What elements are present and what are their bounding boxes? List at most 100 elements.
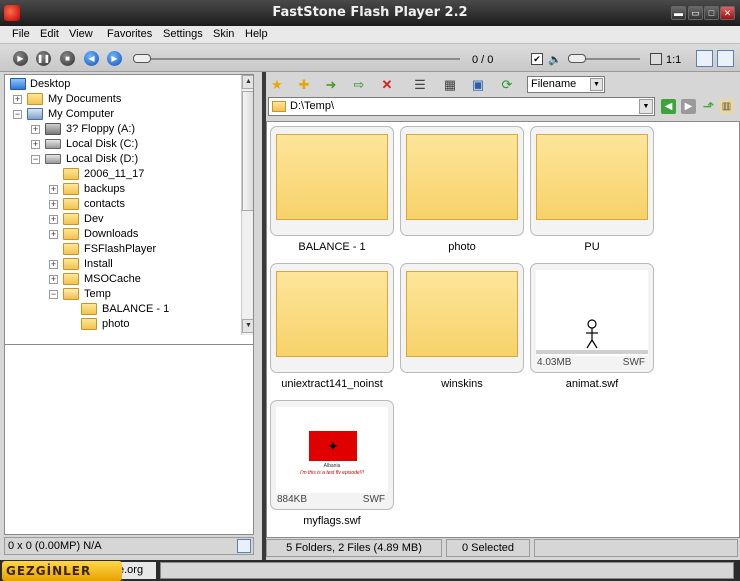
thumbnail-swf[interactable]: 4.03MB SWF <box>530 263 654 373</box>
drive-icon <box>45 154 61 164</box>
tree-item-folder[interactable]: + MSOCache <box>7 272 239 287</box>
menu-edit[interactable]: Edit <box>40 28 59 40</box>
tree-item-temp[interactable]: − Temp <box>7 287 239 302</box>
eagle-icon: ✦ <box>327 438 339 454</box>
thumbnail-swf[interactable]: ✦ Albania I'm this is a test flv episode… <box>270 400 394 510</box>
menu-help[interactable]: Help <box>245 28 268 40</box>
folder-options-icon[interactable]: ▥ <box>719 99 734 114</box>
tree-item-floppy[interactable]: + 3? Floppy (A:) <box>7 122 239 137</box>
thumbnail-view-icon[interactable]: ▣ <box>470 77 486 93</box>
tree-item-local-disk-c[interactable]: + Local Disk (C:) <box>7 137 239 152</box>
pause-button[interactable]: ❚❚ <box>36 51 51 66</box>
scroll-up-arrow[interactable]: ▲ <box>242 75 253 89</box>
tree-item-folder[interactable]: + contacts <box>7 197 239 212</box>
collapse-icon[interactable]: − <box>49 290 58 299</box>
tree-item-folder[interactable]: + backups <box>7 182 239 197</box>
stop-button[interactable]: ■ <box>60 51 75 66</box>
expand-icon[interactable]: + <box>31 125 40 134</box>
collapse-icon[interactable]: − <box>13 110 22 119</box>
tree-item-folder[interactable]: BALANCE - 1 <box>7 302 239 317</box>
tree-item-my-documents[interactable]: + My Documents <box>7 92 239 107</box>
details-view-icon[interactable]: ☰ <box>412 77 428 93</box>
expand-icon[interactable]: + <box>49 215 58 224</box>
scroll-thumb[interactable] <box>242 91 253 211</box>
tree-item-folder[interactable]: FSFlashPlayer <box>7 242 239 257</box>
swf-preview <box>536 270 648 356</box>
up-folder-icon[interactable]: ⬏ <box>701 99 716 114</box>
previous-button[interactable]: ◀ <box>84 51 99 66</box>
title-bar[interactable]: FastStone Flash Player 2.2 ▬ ▭ □ ✕ <box>0 0 740 26</box>
thumbnail-folder[interactable] <box>530 126 654 236</box>
expand-icon[interactable]: + <box>49 185 58 194</box>
tree-item-desktop[interactable]: Desktop <box>7 77 239 92</box>
flag-caption: Albania <box>323 463 341 469</box>
forward-arrow-icon[interactable]: ▶ <box>681 99 696 114</box>
thumbnail-caption: PU <box>584 241 600 253</box>
documents-icon <box>27 93 43 105</box>
layout-view-icon[interactable] <box>696 50 713 67</box>
play-button[interactable]: ▶ <box>13 51 28 66</box>
path-input[interactable]: D:\Temp\ ▼ <box>268 97 655 116</box>
expand-icon[interactable]: + <box>49 230 58 239</box>
add-favorite-icon[interactable]: ✚ <box>296 77 312 93</box>
expand-icon[interactable]: + <box>31 140 40 149</box>
move-to-folder-icon[interactable]: ⇨ <box>351 77 367 93</box>
close-button[interactable]: ✕ <box>720 6 735 20</box>
thumbnail-folder[interactable] <box>400 126 524 236</box>
thumbnail-folder[interactable] <box>400 263 524 373</box>
tree-item-my-computer[interactable]: − My Computer <box>7 107 239 122</box>
back-arrow-icon[interactable]: ◀ <box>661 99 676 114</box>
selected-count: 0 Selected <box>446 539 530 557</box>
expand-icon[interactable]: + <box>49 200 58 209</box>
file-status-bar: 5 Folders, 2 Files (4.89 MB) 0 Selected <box>266 538 740 558</box>
menu-bar: File Edit View Favorites Settings Skin H… <box>0 26 740 44</box>
maximize-button[interactable]: □ <box>704 6 719 20</box>
tree-item-local-disk-d[interactable]: − Local Disk (D:) <box>7 152 239 167</box>
menu-skin[interactable]: Skin <box>213 28 234 40</box>
scroll-down-arrow[interactable]: ▼ <box>242 319 253 333</box>
collapse-icon[interactable]: − <box>31 155 40 164</box>
restore-button[interactable]: ▭ <box>688 6 703 20</box>
fit-window-icon[interactable] <box>237 539 251 553</box>
next-button[interactable]: ▶ <box>107 51 122 66</box>
list-view-icon[interactable]: ▦ <box>442 77 458 93</box>
chevron-down-icon[interactable]: ▼ <box>590 78 603 91</box>
loop-checkbox[interactable]: ✔ <box>531 53 543 65</box>
menu-view[interactable]: View <box>69 28 93 40</box>
tree-item-folder[interactable]: + Install <box>7 257 239 272</box>
menu-favorites[interactable]: Favorites <box>107 28 152 40</box>
favorites-star-icon[interactable]: ★ <box>269 77 285 93</box>
copy-to-folder-icon[interactable]: ➜ <box>323 77 339 93</box>
tree-scrollbar[interactable]: ▲ ▼ <box>241 75 253 335</box>
folder-icon <box>276 271 388 357</box>
chevron-down-icon[interactable]: ▼ <box>639 99 653 114</box>
window-title: FastStone Flash Player 2.2 <box>272 5 468 20</box>
menu-settings[interactable]: Settings <box>163 28 203 40</box>
expand-icon[interactable]: + <box>13 95 22 104</box>
flag-subtitle: I'm this is a test flv episode!!! <box>300 470 364 476</box>
seek-slider-thumb[interactable] <box>133 54 151 63</box>
expand-icon[interactable]: + <box>49 275 58 284</box>
seek-track[interactable] <box>134 58 460 60</box>
preview-panel <box>4 344 254 535</box>
thumbnail-grid: BALANCE - 1 photo PU uniextract141_noins… <box>266 121 740 538</box>
fullscreen-view-icon[interactable] <box>717 50 734 67</box>
tree-item-folder[interactable]: 2006_11_17 <box>7 167 239 182</box>
thumbnail-folder[interactable] <box>270 263 394 373</box>
sort-by-select[interactable]: Filename ▼ <box>527 76 605 93</box>
thumbnail-folder[interactable] <box>270 126 394 236</box>
tree-item-folder[interactable]: photo <box>7 317 239 332</box>
speaker-icon[interactable]: 🔈 <box>548 53 562 66</box>
delete-icon[interactable]: ✕ <box>379 77 395 93</box>
path-text: D:\Temp\ <box>290 100 335 112</box>
refresh-icon[interactable]: ⟳ <box>499 77 515 93</box>
tree-item-folder[interactable]: + Dev <box>7 212 239 227</box>
actual-size-checkbox[interactable] <box>650 53 662 65</box>
volume-slider-thumb[interactable] <box>568 54 586 63</box>
menu-file[interactable]: File <box>12 28 30 40</box>
expand-icon[interactable]: + <box>49 260 58 269</box>
minimize-button[interactable]: ▬ <box>671 6 686 20</box>
folder-icon <box>406 271 518 357</box>
tree-item-folder[interactable]: + Downloads <box>7 227 239 242</box>
folder-icon <box>63 228 79 240</box>
